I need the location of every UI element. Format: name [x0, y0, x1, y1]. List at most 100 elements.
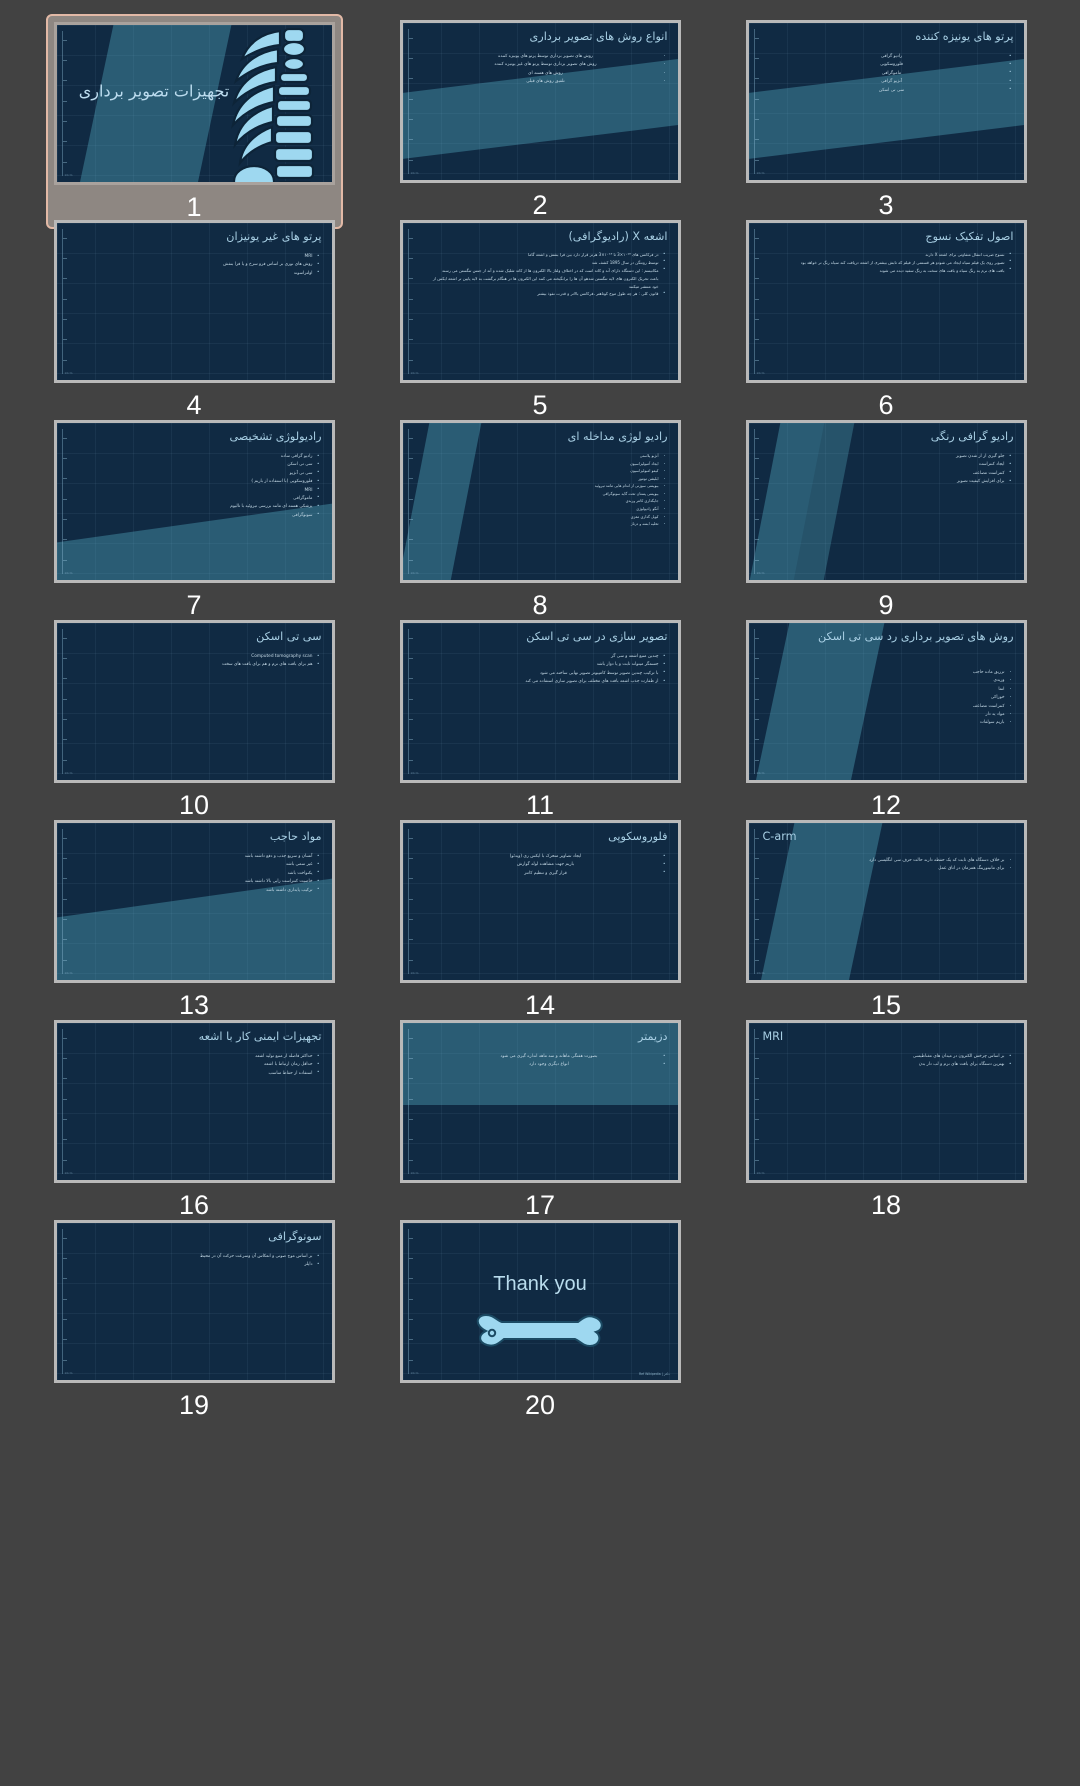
- bullet: باریم سولفات: [779, 717, 1012, 729]
- slide-thumb-frame[interactable]: 10cm تصویر سازی در سی تی اسکن چندین منبع…: [399, 620, 681, 783]
- slide-thumbnail-15[interactable]: 10cm C-arm بر خلاف دستگاه های ثابت که یک…: [722, 814, 1050, 1019]
- ruler-label: 10cm: [756, 172, 765, 175]
- bullet: ترکیب پایداری داشته باشد: [87, 886, 319, 895]
- slide-body: نسوج ضریب انتقال متفاوتی برای اشعه X دار…: [779, 251, 1012, 275]
- slide-thumb-frame[interactable]: 10cm انواع روش های تصویر برداری روش های …: [399, 20, 681, 183]
- bullet: تزریق ماده حاجب: [779, 667, 1012, 679]
- slide-title: پرتو های غیر یونیزان: [226, 230, 322, 243]
- slide-thumbnail-2[interactable]: 10cm انواع روش های تصویر برداری روش های …: [376, 14, 704, 219]
- bullet: قانون کلی : هر چه طول موج کوتاهتر ،فرکان…: [433, 290, 665, 299]
- slide-thumb-frame[interactable]: 10cm روش های تصویر برداری رد سی تی اسکن …: [745, 620, 1027, 783]
- slide-body: رادیو گرافی ساده سی تی اسکن سی تی آنژیو …: [87, 452, 320, 520]
- bullet: برای افزایش کیفیت تصویر: [779, 478, 1011, 487]
- slide-thumbnail-3[interactable]: 10cm پرتو های یونیزه کننده رادیو گرافی ف…: [722, 14, 1050, 219]
- slide-thumb-frame[interactable]: 10cm مواد حاجب آنسان و سریع جذب و دفع دا…: [53, 820, 335, 983]
- bullet: ایجاد تصاویر متحرک با ایکس ری (ویدئو): [433, 852, 666, 861]
- ruler-label: 10cm: [410, 172, 419, 175]
- bullet: آنگو رادیولوژی: [433, 504, 666, 516]
- slide-thumbnail-9[interactable]: 10cm رادیو گرافی رنگی جلو گیری از از شدن…: [722, 414, 1050, 619]
- bullet: تصویر روی یک فیلم سیاه ایجاد می شودو هر …: [779, 258, 1012, 267]
- slide-ruler-icon: [61, 429, 71, 574]
- slide-thumb-frame[interactable]: 10cm تجهیزات ایمنی کار با اشعه حداکثر فا…: [53, 1020, 335, 1183]
- bullet: رادیو گرافی: [779, 52, 1012, 61]
- slide-ruler-icon: [61, 229, 71, 374]
- slide-body: بر خلاف دستگاه های ثابت که یک حفظه دارند…: [779, 855, 1012, 876]
- slide-sorter-grid[interactable]: 10cm پرتو های یونیزه کننده رادیو گرافی ف…: [0, 0, 1080, 1786]
- slide-thumb-frame[interactable]: 10cm اصول تفکیک نسوج نسوج ضریب انتقال مت…: [745, 220, 1027, 383]
- bullet: از ظفارت جذب اشعه بافت های مختلف برای تص…: [433, 678, 665, 687]
- bullet: ماموگرافی: [779, 69, 1012, 78]
- bullet: کنتراست مضاعف: [779, 700, 1012, 712]
- ruler-label: 10cm: [64, 1172, 73, 1175]
- slide-thumb-frame[interactable]: 10cm C-arm بر خلاف دستگاه های ثابت که یک…: [745, 820, 1027, 983]
- slide-title: سونوگرافی: [268, 1230, 322, 1243]
- bullet: بهترین دستگاه برای بافت های نرم و لب دار…: [779, 1061, 1012, 1070]
- slide-thumbnail-7[interactable]: 10cm رادیولوژی تشخیصی رادیو گرافی ساده س…: [30, 414, 358, 619]
- slide-thumbnail-18[interactable]: 10cm MRI بر اساس چرخش الکترون در میدان ه…: [722, 1014, 1050, 1219]
- slide-body: تزریق ماده حاجب وریدی اتما خوراکی کنتراس…: [779, 667, 1012, 729]
- bullet: انواع دیگری وجود دارد: [433, 1061, 665, 1070]
- slide-body: در فرکانس های ۱۰¹⁶×3 تا ۱۰¹⁹×3 هرتز قرار…: [433, 251, 666, 299]
- slide-ruler-icon: [753, 629, 763, 774]
- slide-body: آنسان و سریع جذب و دفع داشته باشد غیر سم…: [87, 852, 320, 895]
- slide-thumbnail-16[interactable]: 10cm تجهیزات ایمنی کار با اشعه حداکثر فا…: [30, 1014, 358, 1219]
- slide-thumbnail-1[interactable]: 10cm تجهیزات تصویر برداری 1: [30, 14, 358, 229]
- slide-thumb-frame[interactable]: 10cm دزیمتر بصورت هفتگی ماهانه و سه ماهه…: [399, 1020, 681, 1183]
- slide-thumb-frame[interactable]: 10cm Thank you Ref Wikipedia | دکتر: [399, 1220, 681, 1383]
- ruler-label: 10cm: [756, 972, 765, 975]
- slide-thumbnail-17[interactable]: 10cm دزیمتر بصورت هفتگی ماهانه و سه ماهه…: [376, 1014, 704, 1219]
- bullet: مکانیسم : این دستگاه دارای آند و کاتد اس…: [433, 266, 666, 291]
- bullet: نسوج ضریب انتقال متفاوتی برای اشعه X دار…: [779, 251, 1011, 260]
- slide-thumb-frame[interactable]: 10cm رادیو گرافی رنگی جلو گیری از از شدن…: [745, 420, 1027, 583]
- slide-title: اشعه X (رادیوگرافی): [568, 230, 668, 243]
- bullet: اتما: [779, 684, 1012, 696]
- bullet: Computed tomography scan: [87, 652, 319, 661]
- slide-ruler-icon: [407, 629, 417, 774]
- slide-thumb-frame[interactable]: 10cm اشعه X (رادیوگرافی) در فرکانس های ۱…: [399, 220, 681, 383]
- bullet: وریدی: [779, 675, 1012, 687]
- slide-ruler-icon: [61, 31, 71, 176]
- slide-thumbnail-10[interactable]: 10cm سی تی اسکن Computed tomography scan…: [30, 614, 358, 819]
- slide-thumb-frame[interactable]: 10cm رادیو لوژی مداخله ای آنژیو پلاستی ا…: [399, 420, 681, 583]
- slide-thumbnail-19[interactable]: 10cm سونوگرافی بر اساس موج صوتی و انعکاس…: [30, 1214, 358, 1419]
- slide-ruler-icon: [61, 1029, 71, 1174]
- bullet: کیمو امبولیزاسیون: [433, 466, 666, 478]
- bullet: قرار گیری و تنظیم کاتتر: [433, 869, 665, 878]
- ruler-label: 10cm: [64, 772, 73, 775]
- slide-thumbnail-13[interactable]: 10cm مواد حاجب آنسان و سریع جذب و دفع دا…: [30, 814, 358, 1019]
- bullet: MRI: [87, 486, 320, 495]
- slide-thumbnail-6[interactable]: 10cm اصول تفکیک نسوج نسوج ضریب انتقال مت…: [722, 214, 1050, 419]
- slide-title: روش های تصویر برداری رد سی تی اسکن: [817, 630, 1014, 643]
- slide-thumb-frame[interactable]: 10cm فلوروسکوپی ایجاد تصاویر متحرک با ای…: [399, 820, 681, 983]
- slide-body: Computed tomography scan هم برای بافت ها…: [87, 652, 320, 670]
- bullet: چندین منبع اشعه و سی گر: [433, 652, 666, 661]
- slide-thumb-frame[interactable]: 10cm MRI بر اساس چرخش الکترون در میدان ه…: [745, 1020, 1027, 1183]
- slide-thumbnail-11[interactable]: 10cm تصویر سازی در سی تی اسکن چندین منبع…: [376, 614, 704, 819]
- ruler-label: 10cm: [410, 1172, 419, 1175]
- slide-thumb-frame[interactable]: 10cm سی تی اسکن Computed tomography scan…: [53, 620, 335, 783]
- bullet: خاصیت کنتراست زایی بالا داشته باشد: [87, 878, 320, 887]
- bullet: کویل گذاری مغزی: [433, 512, 666, 524]
- slide-thumbnail-4[interactable]: 10cm پرتو های غیر یونیزان MRI روش های نو…: [30, 214, 358, 419]
- slide-thumbnail-20[interactable]: 10cm Thank you Ref Wikipedia | دکتر 20: [376, 1214, 704, 1419]
- bullet: یکنواخت باشد: [87, 869, 320, 878]
- bullet: روش های نوری بر اساس فرو سرخ و یا فرا بن…: [87, 261, 319, 270]
- slide-thumbnail-14[interactable]: 10cm فلوروسکوپی ایجاد تصاویر متحرک با ای…: [376, 814, 704, 1019]
- slide-thumbnail-12[interactable]: 10cm روش های تصویر برداری رد سی تی اسکن …: [722, 614, 1050, 819]
- slide-footer: Ref Wikipedia | دکتر: [639, 1372, 670, 1376]
- slide-thumb-frame[interactable]: 10cm سونوگرافی بر اساس موج صوتی و انعکاس…: [53, 1220, 335, 1383]
- slide-thumb-frame[interactable]: 10cm تجهیزات تصویر برداری: [53, 22, 335, 185]
- bone-icon: [476, 1313, 603, 1347]
- bullet: در فرکانس های ۱۰¹⁶×3 تا ۱۰¹⁹×3 هرتز قرار…: [433, 251, 666, 260]
- ruler-label: 10cm: [756, 1172, 765, 1175]
- slide-thumbnail-5[interactable]: 10cm اشعه X (رادیوگرافی) در فرکانس های ۱…: [376, 214, 704, 419]
- bullet: سی تی اسکن: [87, 461, 319, 470]
- ruler-label: 10cm: [410, 572, 419, 575]
- slide-title: Thank you: [493, 1273, 587, 1296]
- bullet: حداکثر فاصله از منبع تولید اشعه: [87, 1052, 319, 1061]
- slide-body: بر اساس چرخش الکترون در میدان های مغناطی…: [779, 1052, 1012, 1070]
- slide-thumbnail-8[interactable]: 10cm رادیو لوژی مداخله ای آنژیو پلاستی ا…: [376, 414, 704, 619]
- slide-thumb-frame[interactable]: 10cm پرتو های یونیزه کننده رادیو گرافی ف…: [745, 20, 1027, 183]
- slide-thumb-frame[interactable]: 10cm رادیولوژی تشخیصی رادیو گرافی ساده س…: [53, 420, 335, 583]
- slide-thumb-frame[interactable]: 10cm پرتو های غیر یونیزان MRI روش های نو…: [53, 220, 335, 383]
